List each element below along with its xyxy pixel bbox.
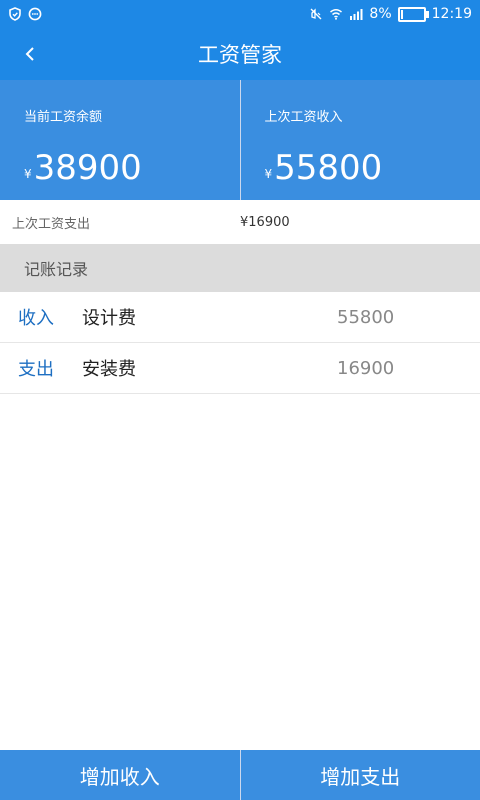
- summary-panel: 当前工资余额 ¥ 38900 上次工资收入 ¥ 55800: [0, 80, 480, 200]
- add-income-button[interactable]: 增加收入: [0, 750, 240, 800]
- status-time: 12:19: [431, 6, 472, 22]
- wifi-icon: [330, 9, 343, 20]
- record-amount: 55800: [337, 306, 395, 328]
- signal-icon: [350, 9, 363, 20]
- last-expense-row: 上次工资支出 ¥16900: [0, 200, 480, 244]
- last-income-value: 55800: [274, 148, 383, 188]
- last-expense-value: ¥16900: [240, 214, 290, 230]
- status-left: [8, 7, 42, 21]
- current-balance-amount: ¥ 38900: [24, 151, 216, 185]
- back-button[interactable]: [10, 28, 50, 80]
- add-expense-button[interactable]: 增加支出: [239, 750, 480, 800]
- record-type: 支出: [18, 359, 54, 380]
- current-balance-value: 38900: [33, 148, 142, 188]
- page-title: 工资管家: [198, 43, 282, 67]
- battery-icon: [397, 6, 429, 22]
- chevron-left-icon: [25, 47, 34, 61]
- record-type: 收入: [18, 308, 54, 329]
- message-icon: [28, 7, 42, 21]
- last-income-card: 上次工资收入 ¥ 55800: [239, 80, 480, 200]
- current-balance-card: 当前工资余额 ¥ 38900: [0, 80, 240, 200]
- record-name: 安装费: [82, 359, 136, 380]
- record-row[interactable]: 支出 安装费 16900: [0, 343, 480, 394]
- current-balance-label: 当前工资余额: [24, 110, 103, 125]
- app-header: 工资管家: [0, 28, 480, 80]
- last-income-amount: ¥ 55800: [265, 151, 457, 185]
- records-header: 记账记录: [0, 244, 480, 292]
- last-income-label: 上次工资收入: [264, 110, 343, 125]
- currency-symbol: ¥: [24, 167, 32, 181]
- status-right: 8% 12:19: [309, 6, 472, 22]
- shield-icon: [9, 7, 21, 21]
- record-name: 设计费: [82, 308, 136, 329]
- currency-symbol: ¥: [264, 167, 273, 181]
- last-expense-label: 上次工资支出: [12, 216, 91, 232]
- battery-percentage: 8%: [369, 6, 392, 22]
- bottom-action-bar: 增加收入 增加支出: [0, 750, 480, 800]
- status-bar: 8% 12:19: [0, 0, 480, 28]
- record-row[interactable]: 收入 设计费 55800: [0, 292, 480, 343]
- record-amount: 16900: [337, 357, 395, 379]
- mute-icon: [310, 8, 322, 20]
